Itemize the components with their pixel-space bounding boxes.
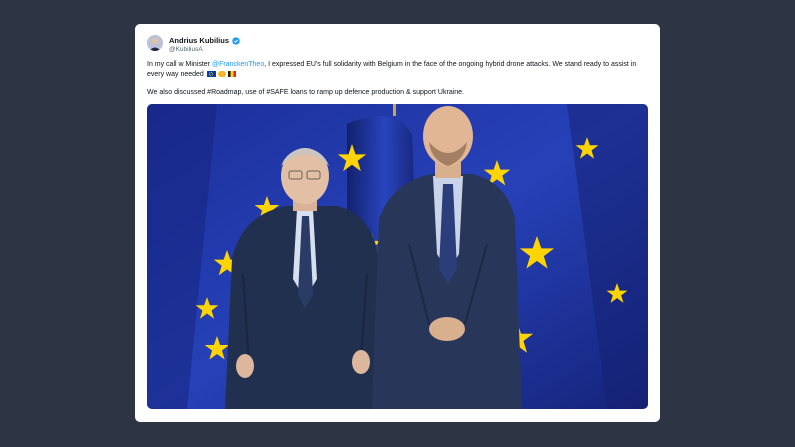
avatar[interactable] bbox=[147, 35, 163, 51]
belgium-flag-emoji-icon bbox=[227, 70, 236, 77]
mention-link[interactable]: @FranckenTheo bbox=[212, 61, 264, 68]
tweet-paragraph-1: In my call w Minister @FranckenTheo, I e… bbox=[147, 60, 647, 80]
photo-illustration bbox=[147, 104, 648, 409]
tweet-text: In my call w Minister @FranckenTheo, I e… bbox=[147, 60, 647, 106]
tweet-paragraph-2: We also discussed #Roadmap, use of #SAFE… bbox=[147, 89, 464, 96]
author-name[interactable]: Andrius Kubilius bbox=[169, 36, 229, 45]
verified-badge-icon bbox=[232, 36, 240, 45]
eu-flag-emoji-icon bbox=[206, 70, 216, 77]
tweet-text-part: In my call w Minister bbox=[147, 61, 212, 68]
handshake-emoji-icon bbox=[217, 70, 226, 77]
tweet-photo[interactable] bbox=[147, 104, 648, 409]
tweet-card: Andrius Kubilius @KubiliusA In my call w… bbox=[135, 24, 660, 422]
author-row: Andrius Kubilius bbox=[169, 36, 240, 45]
author-handle[interactable]: @KubiliusA bbox=[169, 46, 203, 53]
